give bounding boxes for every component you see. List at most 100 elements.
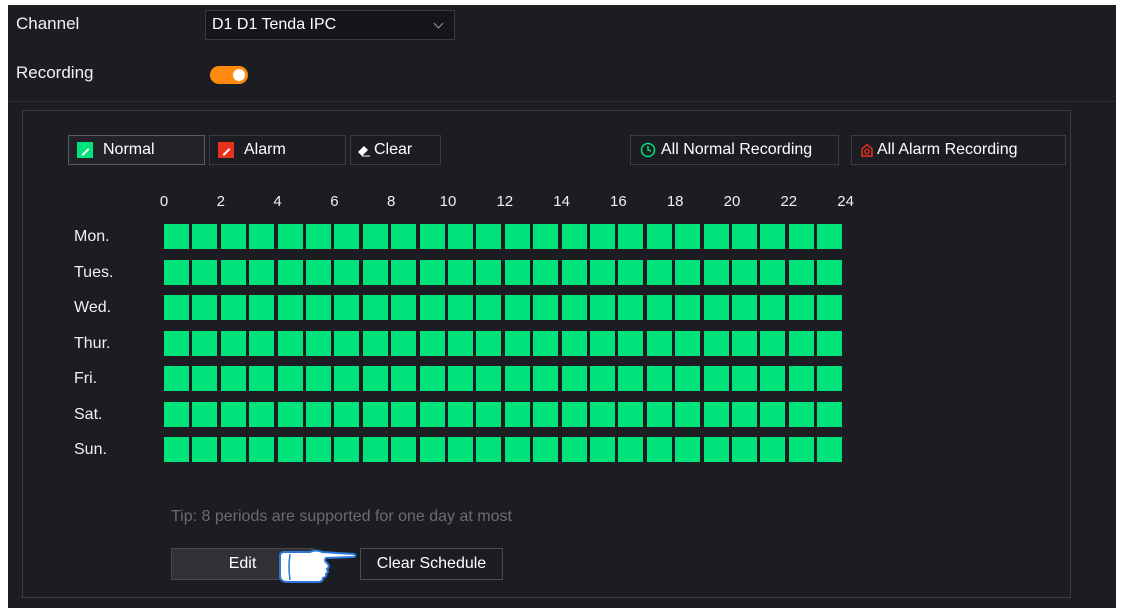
schedule-cell[interactable]: [504, 401, 530, 427]
schedule-cell[interactable]: [306, 366, 331, 391]
schedule-cell[interactable]: [249, 330, 275, 356]
schedule-cell[interactable]: [448, 437, 473, 462]
schedule-cell[interactable]: [476, 295, 502, 320]
schedule-cell[interactable]: [533, 330, 559, 356]
schedule-cell[interactable]: [732, 330, 757, 356]
schedule-cell[interactable]: [277, 437, 303, 462]
schedule-cell[interactable]: [334, 437, 360, 462]
schedule-cell[interactable]: [561, 401, 587, 427]
all-alarm-recording-button[interactable]: All Alarm Recording: [851, 135, 1066, 165]
schedule-cell[interactable]: [732, 224, 757, 249]
schedule-cell[interactable]: [504, 259, 530, 285]
schedule-cell[interactable]: [646, 366, 672, 391]
schedule-cell[interactable]: [561, 224, 587, 249]
normal-mode-button[interactable]: Normal: [68, 135, 205, 165]
schedule-cell[interactable]: [334, 401, 360, 427]
schedule-cell[interactable]: [476, 259, 502, 285]
schedule-cell[interactable]: [788, 437, 814, 462]
schedule-cell[interactable]: [164, 259, 189, 285]
schedule-cell[interactable]: [306, 401, 331, 427]
schedule-cell[interactable]: [675, 437, 701, 462]
schedule-cell[interactable]: [732, 295, 757, 320]
schedule-cell[interactable]: [504, 366, 530, 391]
schedule-cell[interactable]: [590, 330, 615, 356]
schedule-cell[interactable]: [164, 437, 189, 462]
schedule-cell[interactable]: [391, 437, 417, 462]
schedule-cell[interactable]: [220, 224, 246, 249]
schedule-cell[interactable]: [334, 295, 360, 320]
schedule-cell[interactable]: [788, 259, 814, 285]
schedule-cell[interactable]: [646, 330, 672, 356]
schedule-cell[interactable]: [732, 366, 757, 391]
schedule-cell[interactable]: [220, 259, 246, 285]
schedule-cell[interactable]: [249, 401, 275, 427]
schedule-cell[interactable]: [249, 437, 275, 462]
schedule-cell[interactable]: [391, 224, 417, 249]
schedule-cell[interactable]: [192, 401, 218, 427]
schedule-cell[interactable]: [362, 437, 388, 462]
schedule-cell[interactable]: [476, 437, 502, 462]
schedule-cell[interactable]: [590, 366, 615, 391]
schedule-cell[interactable]: [448, 366, 473, 391]
schedule-cell[interactable]: [334, 366, 360, 391]
schedule-cell[interactable]: [192, 295, 218, 320]
schedule-cell[interactable]: [561, 330, 587, 356]
schedule-cell[interactable]: [760, 330, 786, 356]
schedule-cell[interactable]: [448, 259, 473, 285]
schedule-cell[interactable]: [362, 366, 388, 391]
schedule-cell[interactable]: [618, 224, 644, 249]
schedule-cell[interactable]: [618, 295, 644, 320]
schedule-cell[interactable]: [476, 401, 502, 427]
schedule-cell[interactable]: [817, 224, 843, 249]
schedule-cell[interactable]: [675, 295, 701, 320]
schedule-cell[interactable]: [788, 224, 814, 249]
schedule-cell[interactable]: [504, 295, 530, 320]
schedule-cell[interactable]: [732, 401, 757, 427]
schedule-cell[interactable]: [675, 224, 701, 249]
schedule-cell[interactable]: [618, 259, 644, 285]
schedule-cell[interactable]: [703, 295, 729, 320]
schedule-cell[interactable]: [334, 259, 360, 285]
schedule-cell[interactable]: [618, 330, 644, 356]
schedule-cell[interactable]: [419, 295, 445, 320]
schedule-cell[interactable]: [533, 437, 559, 462]
schedule-cell[interactable]: [220, 437, 246, 462]
schedule-cell[interactable]: [646, 259, 672, 285]
clear-schedule-button[interactable]: Clear Schedule: [360, 548, 503, 580]
schedule-cell[interactable]: [192, 437, 218, 462]
schedule-cell[interactable]: [533, 295, 559, 320]
schedule-cell[interactable]: [419, 330, 445, 356]
schedule-cell[interactable]: [533, 224, 559, 249]
schedule-cell[interactable]: [590, 259, 615, 285]
schedule-cell[interactable]: [732, 259, 757, 285]
schedule-cell[interactable]: [646, 224, 672, 249]
schedule-cell[interactable]: [561, 437, 587, 462]
schedule-cell[interactable]: [590, 401, 615, 427]
schedule-cell[interactable]: [448, 224, 473, 249]
schedule-cell[interactable]: [533, 366, 559, 391]
schedule-cell[interactable]: [788, 401, 814, 427]
schedule-cell[interactable]: [306, 330, 331, 356]
schedule-cell[interactable]: [590, 224, 615, 249]
schedule-cell[interactable]: [533, 401, 559, 427]
schedule-cell[interactable]: [391, 330, 417, 356]
schedule-cell[interactable]: [249, 224, 275, 249]
schedule-cell[interactable]: [675, 401, 701, 427]
schedule-cell[interactable]: [817, 259, 843, 285]
schedule-cell[interactable]: [164, 224, 189, 249]
schedule-cell[interactable]: [646, 437, 672, 462]
schedule-cell[interactable]: [249, 295, 275, 320]
schedule-cell[interactable]: [504, 330, 530, 356]
schedule-cell[interactable]: [732, 437, 757, 462]
schedule-cell[interactable]: [703, 330, 729, 356]
schedule-cell[interactable]: [788, 295, 814, 320]
schedule-cell[interactable]: [561, 259, 587, 285]
schedule-cell[interactable]: [760, 366, 786, 391]
schedule-cell[interactable]: [476, 224, 502, 249]
schedule-cell[interactable]: [448, 401, 473, 427]
schedule-cell[interactable]: [703, 401, 729, 427]
schedule-cell[interactable]: [362, 401, 388, 427]
schedule-cell[interactable]: [334, 330, 360, 356]
schedule-cell[interactable]: [277, 259, 303, 285]
schedule-cell[interactable]: [476, 366, 502, 391]
